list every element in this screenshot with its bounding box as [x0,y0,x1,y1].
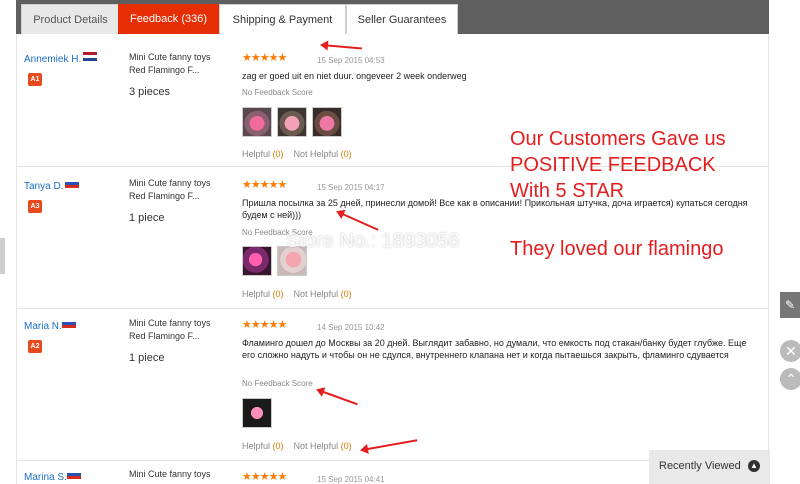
review-date: 15 Sep 2015 04:17 [317,183,385,192]
tab-product-details[interactable]: Product Details [21,4,120,34]
product-name[interactable]: Mini Cute fanny toys Red Flamingo F... [129,177,239,203]
not-helpful-count: (0) [340,441,352,451]
edit-icon[interactable]: ✎ [780,292,800,318]
promo-line: Our Customers Gave us [510,128,726,150]
no-feedback-score: No Feedback Score [242,379,313,388]
product-name-line: Mini Cute fanny toys [129,178,211,188]
review-photo-thumbnail[interactable] [242,107,272,137]
netherlands-flag-icon [83,52,97,61]
store-watermark: Store No.: 1893056 [286,230,460,252]
product-name[interactable]: Mini Cute fanny toys Red Flamingo F... [129,51,239,77]
not-helpful-link[interactable]: Not Helpful [294,441,339,451]
helpful-votes: Helpful (0) Not Helpful (0) [242,441,352,451]
tab-seller-guarantees[interactable]: Seller Guarantees [346,4,458,34]
quantity: 1 piece [129,352,165,364]
not-helpful-link[interactable]: Not Helpful [294,149,339,159]
buyer-level-badge: A2 [28,340,42,353]
review-photo-thumbnail[interactable] [242,398,272,428]
review-date: 14 Sep 2015 10:42 [317,323,385,332]
recently-viewed-button[interactable]: Recently Viewed ▲ [649,450,770,484]
helpful-link[interactable]: Helpful [242,149,270,159]
product-name[interactable]: Mini Cute fanny toys [129,468,239,481]
reviewer-name[interactable]: Tanya D. [24,181,63,192]
star-rating: ★★★★★ [242,52,287,64]
product-name-line: Red Flamingo F... [129,331,200,341]
reviewer-name[interactable]: Annemiek H. [24,54,81,65]
helpful-votes: Helpful (0) Not Helpful (0) [242,149,352,159]
product-name-line: Red Flamingo F... [129,65,200,75]
russia-flag-icon [62,319,76,328]
tab-bar: Product Details Feedback (336) Shipping … [16,0,769,34]
product-name-line: Mini Cute fanny toys [129,318,211,328]
product-name[interactable]: Mini Cute fanny toys Red Flamingo F... [129,317,239,343]
helpful-count: (0) [272,149,284,159]
review-text: zag er goed uit en niet duur. ongeveer 2… [242,71,467,81]
product-name-line: Red Flamingo F... [129,191,200,201]
helpful-count: (0) [272,441,284,451]
review-date: 15 Sep 2015 04:41 [317,475,385,484]
review-text: Фламинго дошел до Москвы за 20 дней. Выг… [242,338,747,360]
tab-shipping-payment[interactable]: Shipping & Payment [219,4,346,34]
reviewer-name[interactable]: Maria N. [24,321,62,332]
russia-flag-icon [67,470,81,479]
star-rating: ★★★★★ [242,319,287,331]
scroll-handle[interactable] [0,238,5,274]
helpful-link[interactable]: Helpful [242,289,270,299]
back-to-top-icon[interactable]: ⌃ [780,368,800,390]
review-date: 15 Sep 2015 04:53 [317,56,385,65]
quantity: 3 pieces [129,86,170,98]
star-rating: ★★★★★ [242,179,287,191]
review-photo-thumbnail[interactable] [242,246,272,276]
product-name-line: Mini Cute fanny toys [129,52,211,62]
close-icon[interactable]: ✕ [780,340,800,362]
review-photo-thumbnail[interactable] [277,107,307,137]
not-helpful-link[interactable]: Not Helpful [294,289,339,299]
helpful-count: (0) [272,289,284,299]
not-helpful-count: (0) [340,289,352,299]
buyer-level-badge: A1 [28,73,42,86]
no-feedback-score: No Feedback Score [242,88,313,97]
buyer-level-badge: A3 [28,200,42,213]
promo-line: POSITIVE FEEDBACK [510,154,716,176]
reviewer-name[interactable]: Marina S. [24,472,67,483]
promo-line: With 5 STAR [510,180,625,202]
promo-flamingo-text: They loved our flamingo [510,238,724,260]
russia-flag-icon [65,179,79,188]
helpful-votes: Helpful (0) Not Helpful (0) [242,289,352,299]
chevron-up-icon: ▲ [748,460,760,472]
review-photo-thumbnail[interactable] [312,107,342,137]
recently-viewed-label: Recently Viewed [659,460,741,472]
helpful-link[interactable]: Helpful [242,441,270,451]
row-divider [16,308,769,309]
promo-overlay-text: Our Customers Gave us POSITIVE FEEDBACK … [510,126,726,204]
product-name-line: Mini Cute fanny toys [129,469,211,479]
tab-feedback[interactable]: Feedback (336) [118,4,219,34]
star-rating: ★★★★★ [242,471,287,483]
quantity: 1 piece [129,212,165,224]
not-helpful-count: (0) [340,149,352,159]
